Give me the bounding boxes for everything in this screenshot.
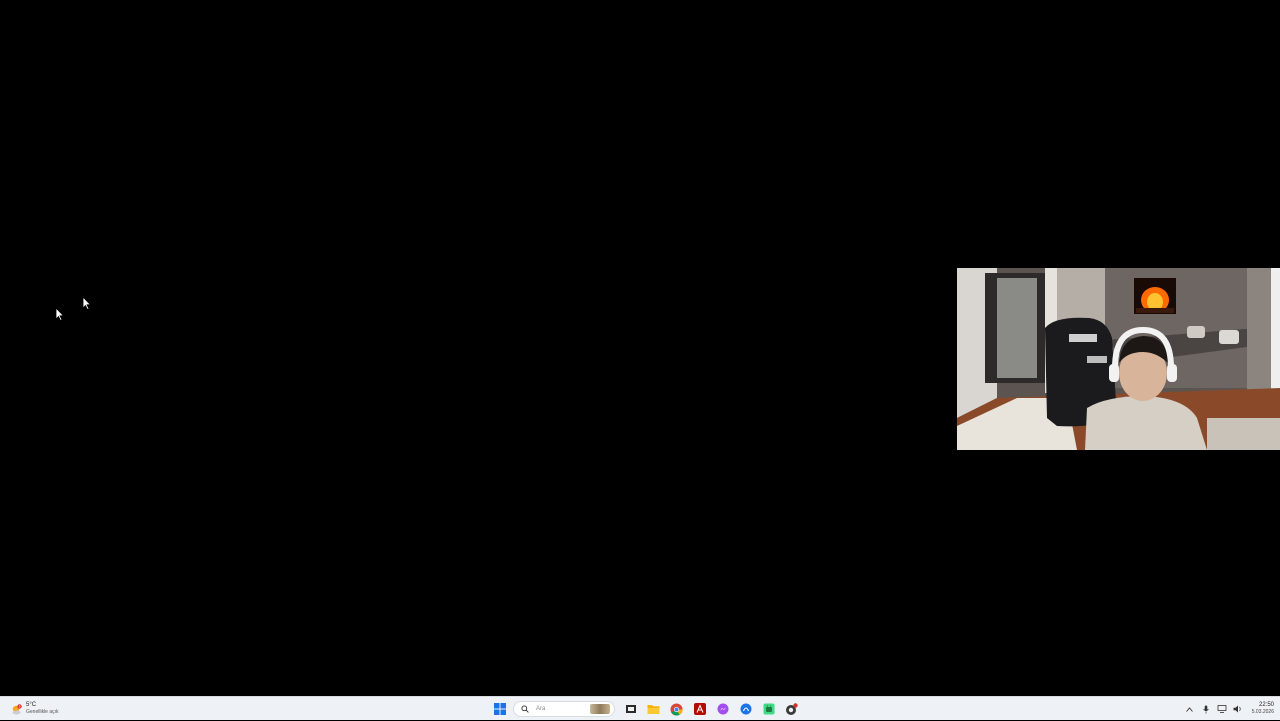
system-tray: 22:50 5.03.2026: [1182, 699, 1274, 719]
app-with-badge-icon: [786, 702, 798, 715]
chevron-up-icon[interactable]: [1185, 704, 1195, 714]
weather-badge-count: 3: [19, 705, 21, 709]
webcam-overlay: [957, 268, 1280, 450]
weather-partly-cloudy-icon: 3: [10, 703, 22, 715]
badge-app-button[interactable]: [783, 700, 801, 718]
clock-date: 5.03.2026: [1251, 709, 1274, 715]
desktop[interactable]: [0, 0, 1280, 696]
copilot-icon: [740, 703, 751, 715]
taskbar-search-box[interactable]: Ara: [513, 701, 615, 717]
clock-time: 22:50: [1258, 702, 1274, 708]
clock[interactable]: 22:50 5.03.2026: [1252, 702, 1274, 716]
android-app-icon: [763, 703, 774, 715]
chrome-button[interactable]: [668, 700, 686, 718]
weather-temperature: 5°C: [26, 702, 37, 708]
windows-start-button[interactable]: [491, 700, 509, 718]
acrobat-button[interactable]: [691, 700, 709, 718]
mouse-cursor-icon: [82, 296, 92, 310]
network-icon[interactable]: [1217, 704, 1227, 714]
search-highlight-image: [590, 704, 610, 714]
windows-start-icon: [493, 703, 506, 715]
messenger-button[interactable]: [714, 700, 732, 718]
search-icon: [520, 704, 530, 714]
file-explorer-icon: [647, 705, 660, 714]
weather-description: Genellikle açık: [26, 709, 59, 715]
task-view-icon: [625, 705, 636, 713]
mouse-cursor-icon: [55, 307, 65, 321]
weather-widget[interactable]: 3 5°C Genellikle açık: [10, 699, 59, 719]
volume-icon[interactable]: [1233, 704, 1243, 714]
task-view-button[interactable]: [622, 700, 640, 718]
taskbar-center: Ara: [488, 699, 803, 719]
messenger-icon: [717, 703, 728, 715]
android-app-button[interactable]: [760, 700, 778, 718]
search-placeholder: Ara: [536, 706, 546, 712]
webcam-feed-image: [957, 268, 1280, 450]
chrome-icon: [670, 703, 683, 716]
file-explorer-button[interactable]: [645, 700, 663, 718]
taskbar: 3 5°C Genellikle açık Ara 22:50 5.03.202…: [0, 696, 1280, 720]
copilot-button[interactable]: [737, 700, 755, 718]
microphone-icon[interactable]: [1201, 704, 1211, 714]
acrobat-icon: [693, 703, 706, 715]
